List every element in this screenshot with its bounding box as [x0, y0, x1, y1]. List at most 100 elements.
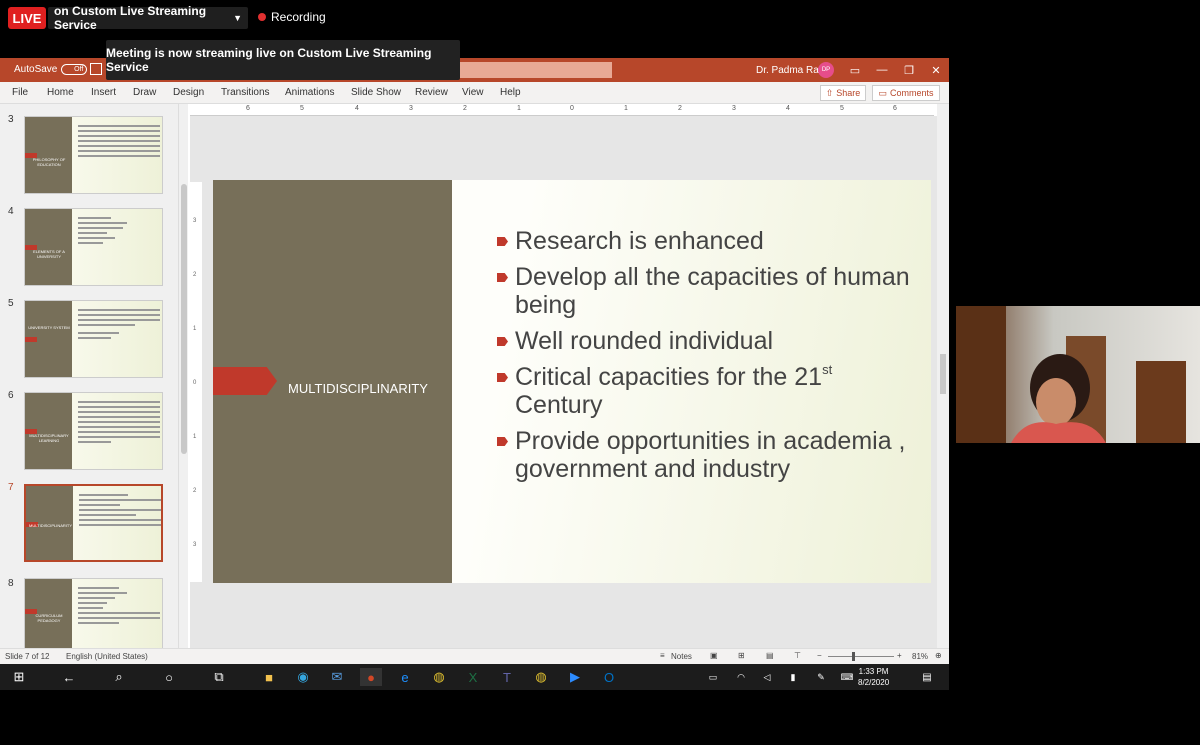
tab-design[interactable]: Design — [173, 87, 204, 98]
clock-date: 8/2/2020 — [858, 678, 890, 687]
slide-title[interactable]: MULTIDISCIPLINARITY — [283, 381, 433, 396]
share-label: Share — [836, 88, 861, 98]
tab-home[interactable]: Home — [47, 87, 74, 98]
thumb-number: 7 — [8, 482, 14, 493]
record-dot-icon — [258, 13, 266, 21]
fit-slide-icon[interactable]: ⊕ — [935, 651, 942, 660]
zoom-slider[interactable] — [828, 656, 894, 657]
comments-button[interactable]: ▭ Comments — [872, 85, 940, 101]
bullet-item: Provide opportunities in academia , gove… — [495, 427, 915, 483]
tab-help[interactable]: Help — [500, 87, 521, 98]
outlook-icon[interactable]: O — [598, 668, 620, 686]
chrome-icon[interactable]: ◍ — [428, 668, 450, 686]
excel-icon[interactable]: X — [462, 668, 484, 686]
ie-icon[interactable]: e — [394, 668, 416, 686]
current-slide[interactable]: MULTIDISCIPLINARITY Research is enhanced… — [213, 180, 931, 583]
battery-icon[interactable]: ▭ — [702, 668, 724, 686]
share-button[interactable]: ⇧ Share — [820, 85, 866, 101]
thumb-title: UNIVERSITY SYSTEM — [28, 325, 70, 330]
task-view-icon[interactable]: ⧉ — [208, 668, 230, 686]
notes-icon: ≡ — [660, 651, 665, 660]
user-name: Dr. Padma Rani — [756, 65, 827, 76]
slide-thumbnail[interactable]: PHILOSOPHY OF EDUCATION — [24, 116, 163, 194]
cortana-icon[interactable]: ○ — [158, 668, 180, 686]
streaming-tooltip: Meeting is now streaming live on Custom … — [106, 40, 460, 80]
zoom-slider-thumb[interactable] — [852, 652, 855, 661]
horizontal-ruler: 6 5 4 3 2 1 0 1 2 3 4 5 6 — [190, 104, 934, 116]
notifications-icon[interactable]: ▤ — [916, 668, 938, 686]
thumb-number: 5 — [8, 298, 14, 309]
thumb-title: MULTIDISCIPLINARITY — [29, 523, 73, 528]
avatar[interactable]: DP — [818, 62, 834, 78]
tab-transitions[interactable]: Transitions — [221, 87, 270, 98]
live-badge[interactable]: LIVE — [8, 7, 46, 29]
taskbar-clock[interactable]: 1:33 PM 8/2/2020 — [858, 666, 889, 688]
pen-icon[interactable]: ✎ — [810, 668, 832, 686]
bullet-text: Critical capacities for the 21 — [515, 363, 823, 391]
volume-icon[interactable]: ◁ — [756, 668, 778, 686]
file-explorer-icon[interactable]: ■ — [258, 668, 280, 686]
slide-bullet-list[interactable]: Research is enhanced Develop all the cap… — [495, 227, 915, 491]
tab-review[interactable]: Review — [415, 87, 448, 98]
slide-thumbnail-selected[interactable]: MULTIDISCIPLINARITY — [24, 484, 163, 562]
thumb-title: CURRICULUM PEDAGOGY — [35, 613, 63, 623]
tab-file[interactable]: File — [12, 87, 28, 98]
tab-slide-show[interactable]: Slide Show — [351, 87, 401, 98]
wifi-icon[interactable]: ◠ — [730, 668, 752, 686]
recording-indicator[interactable]: Recording — [258, 10, 326, 24]
thumb-title: PHILOSOPHY OF EDUCATION — [32, 157, 66, 167]
slide-thumbnail[interactable]: CURRICULUM PEDAGOGY — [24, 578, 163, 648]
autosave-toggle[interactable]: AutoSave Off — [14, 64, 88, 75]
slide-sorter-icon[interactable]: ⊞ — [738, 651, 745, 660]
notes-button[interactable]: Notes — [671, 652, 692, 661]
presenter-video-icon — [956, 306, 1186, 443]
zoom-app-icon[interactable]: ▶ — [564, 668, 586, 686]
share-icon: ⇧ — [825, 87, 834, 98]
powerpoint-taskbar-icon[interactable]: ● — [360, 668, 382, 686]
slideshow-view-icon[interactable]: ⊤ — [794, 651, 801, 660]
slide-counter: Slide 7 of 12 — [5, 652, 50, 661]
status-bar: Slide 7 of 12 English (United States) ≡ … — [0, 648, 949, 664]
autosave-state: Off — [61, 64, 88, 75]
mail-icon[interactable]: ✉ — [326, 668, 348, 686]
ribbon-display-icon[interactable]: ▭ — [845, 61, 865, 79]
thumb-title: MULTIDISCIPLINARY LEARNING — [29, 433, 69, 443]
windows-start-icon[interactable]: ⊞ — [8, 668, 30, 686]
normal-view-icon[interactable]: ▣ — [710, 651, 718, 660]
close-icon[interactable]: ✕ — [926, 61, 946, 79]
tab-insert[interactable]: Insert — [91, 87, 116, 98]
stream-service-dropdown[interactable]: on Custom Live Streaming Service ▼ — [48, 4, 248, 32]
slide-arrow-shape — [213, 367, 277, 395]
restore-icon[interactable]: ❐ — [899, 61, 919, 79]
autosave-label: AutoSave — [14, 64, 58, 75]
tab-draw[interactable]: Draw — [133, 87, 156, 98]
back-icon[interactable]: ← — [58, 668, 80, 686]
search-icon[interactable]: ⌕ — [108, 668, 130, 686]
edge-icon[interactable]: ◉ — [292, 668, 314, 686]
slide-thumbnail[interactable]: ELEMENTS OF A UNIVERSITY — [24, 208, 163, 286]
zoom-out-icon[interactable]: − — [817, 651, 822, 660]
bullet-superscript: st — [822, 362, 833, 377]
reading-view-icon[interactable]: ▤ — [766, 651, 774, 660]
ribbon-tabs: File Home Insert Draw Design Transitions… — [0, 82, 949, 104]
thumbnail-scrollbar[interactable] — [178, 104, 188, 648]
zoom-level[interactable]: 81% — [912, 652, 928, 661]
slide-thumbnail[interactable]: MULTIDISCIPLINARY LEARNING — [24, 392, 163, 470]
save-icon[interactable] — [90, 63, 102, 75]
slide-thumbnails-pane[interactable]: 3 PHILOSOPHY OF EDUCATION 4 ELEMENTS OF … — [0, 104, 178, 648]
slide-thumbnail[interactable]: UNIVERSITY SYSTEM — [24, 300, 163, 378]
language-indicator[interactable]: English (United States) — [66, 652, 148, 661]
tab-animations[interactable]: Animations — [285, 87, 334, 98]
canvas-scrollbar[interactable] — [937, 104, 949, 648]
participant-video[interactable] — [956, 306, 1200, 443]
bullet-item: Critical capacities for the 21st Century — [495, 362, 915, 420]
chrome-profile-icon[interactable]: ◍ — [530, 668, 552, 686]
bullet-item: Well rounded individual — [495, 327, 915, 355]
minimize-icon[interactable]: — — [872, 61, 892, 79]
teams-icon[interactable]: T — [496, 668, 518, 686]
recording-label: Recording — [271, 10, 326, 24]
mic-icon[interactable]: ▮ — [782, 668, 804, 686]
zoom-in-icon[interactable]: + — [897, 651, 902, 660]
keyboard-icon[interactable]: ⌨ — [836, 668, 858, 686]
tab-view[interactable]: View — [462, 87, 484, 98]
